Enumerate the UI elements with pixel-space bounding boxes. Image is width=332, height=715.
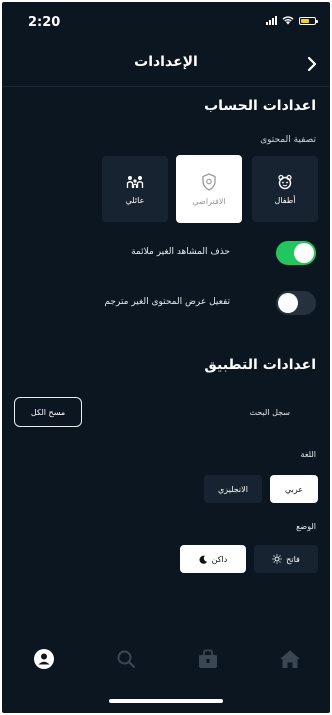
tab-search[interactable] (112, 645, 140, 673)
filter-option-family[interactable]: عائلي (102, 156, 168, 222)
battery-icon (299, 16, 318, 25)
profile-icon (34, 649, 54, 669)
toggle-knob (278, 293, 298, 313)
tab-profile[interactable] (30, 645, 58, 673)
clear-history-button[interactable]: مسح الكل (14, 397, 82, 427)
chevron-right-icon (307, 56, 317, 72)
back-button[interactable] (300, 50, 324, 78)
theme-option-dark[interactable]: داكن (180, 545, 246, 573)
theme-option-light[interactable]: فاتح (254, 545, 318, 573)
moon-icon (199, 555, 207, 564)
app-screen: 2:20 الإعدادات اعدادات الحساب تصفية المح… (2, 2, 330, 713)
app-settings-title: اعدادات التطبيق (204, 357, 316, 373)
nav-bar: الإعدادات (2, 42, 330, 87)
home-indicator (109, 699, 223, 703)
downloads-icon (199, 649, 217, 668)
wifi-icon (282, 16, 294, 25)
theme-option-label: داكن (211, 554, 228, 564)
theme-option-label: فاتح (286, 554, 300, 564)
phone-frame: 2:20 الإعدادات اعدادات الحساب تصفية المح… (0, 0, 332, 715)
filter-option-kids[interactable]: أطفال (252, 156, 318, 222)
toggle-knob (294, 243, 314, 263)
toggle-label-remove-inappropriate: حذف المشاهد الغير ملائمة (131, 247, 230, 257)
search-icon (117, 650, 136, 669)
status-icons (266, 16, 318, 25)
language-label: اللغة (300, 450, 316, 459)
content-filter-label: تصفية المحتوى (260, 135, 316, 145)
theme-label: الوضع (296, 522, 316, 531)
language-option-english[interactable]: الانجليزي (204, 475, 262, 503)
toggle-label-untranslated: تفعيل عرض المحتوى الغير مترجم (104, 297, 230, 307)
filter-option-label: عائلي (125, 195, 145, 205)
filter-option-label: أطفال (274, 195, 296, 205)
sun-icon (272, 554, 282, 564)
status-bar: 2:20 (2, 2, 330, 42)
shield-icon (202, 172, 216, 191)
language-option-arabic[interactable]: عربي (270, 475, 318, 503)
family-icon (126, 175, 144, 188)
toggle-remove-inappropriate[interactable] (276, 241, 316, 265)
signal-icon (266, 16, 277, 25)
filter-option-default[interactable]: الافتراضي (176, 155, 242, 223)
language-option-label: عربي (284, 484, 304, 494)
language-option-label: الانجليزي (218, 484, 248, 494)
page-title: الإعدادات (134, 54, 198, 70)
home-icon (280, 650, 300, 668)
toggle-untranslated-content[interactable] (276, 291, 316, 315)
tab-bar (2, 637, 330, 681)
child-face-icon (278, 174, 292, 189)
filter-option-label: الافتراضي (192, 196, 226, 206)
tab-home[interactable] (276, 645, 304, 673)
tab-downloads[interactable] (194, 645, 222, 673)
account-settings-title: اعدادات الحساب (204, 98, 316, 114)
search-history-label: سجل البحث (249, 408, 290, 417)
status-time: 2:20 (28, 15, 61, 30)
